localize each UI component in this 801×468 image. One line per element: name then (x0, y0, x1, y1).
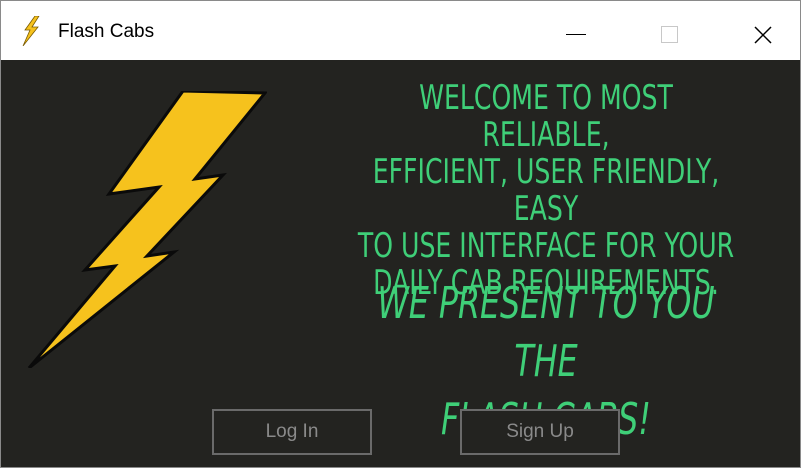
login-button[interactable]: Log In (212, 409, 372, 455)
app-window: Flash Cabs WELCOME TO MOST RELIABLE, EFF… (0, 0, 801, 468)
close-button[interactable] (739, 1, 789, 60)
welcome-line: EFFICIENT, USER FRIENDLY, EASY (372, 152, 720, 229)
signup-button[interactable]: Sign Up (460, 409, 620, 455)
present-line: WE PRESENT TO YOU THE (377, 278, 715, 387)
close-icon (754, 26, 772, 44)
welcome-message: WELCOME TO MOST RELIABLE, EFFICIENT, USE… (357, 80, 734, 302)
lightning-bolt-icon (22, 16, 40, 46)
main-content: WELCOME TO MOST RELIABLE, EFFICIENT, USE… (1, 60, 800, 467)
title-bar[interactable]: Flash Cabs (1, 1, 800, 60)
welcome-line: WELCOME TO MOST RELIABLE, (419, 78, 673, 155)
lightning-bolt-logo-icon (27, 91, 267, 368)
window-title: Flash Cabs (58, 21, 155, 42)
welcome-line: TO USE INTERFACE FOR YOUR (357, 226, 735, 266)
minimize-button[interactable] (551, 1, 601, 60)
minimize-icon (566, 34, 586, 35)
maximize-icon (661, 26, 678, 43)
maximize-button[interactable] (645, 1, 695, 60)
